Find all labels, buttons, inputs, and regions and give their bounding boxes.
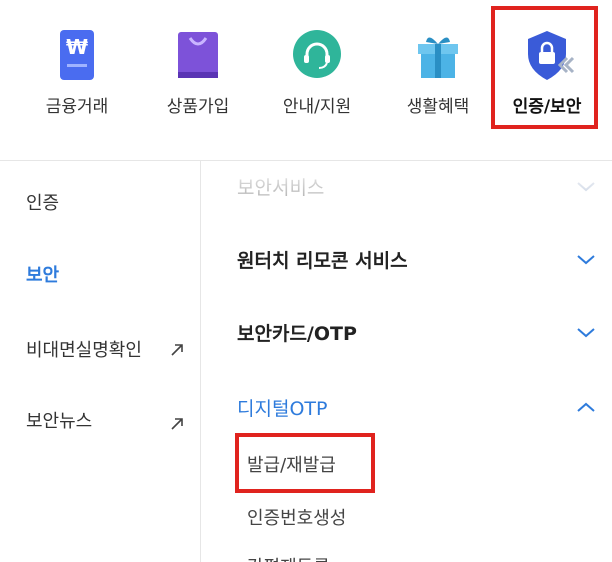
- nav-item-banking[interactable]: ₩ 금융거래: [22, 0, 132, 140]
- submenu-accordion: 보안서비스 원터치 리모콘 서비스 보안카드/OTP 디지털OTP 발급/재발급…: [201, 161, 612, 562]
- accordion-security-services[interactable]: 보안서비스: [237, 165, 612, 205]
- accordion-security-card-otp[interactable]: 보안카드/OTP: [237, 311, 612, 351]
- highlight-box: [235, 433, 375, 493]
- leftmenu-item-security-news[interactable]: 보안뉴스: [26, 407, 92, 433]
- accordion-title: 원터치 리모콘 서비스: [237, 250, 408, 272]
- accordion-title: 디지털OTP: [237, 398, 328, 420]
- leftmenu-item-noncontact-verification[interactable]: 비대면실명확인: [26, 336, 142, 362]
- accordion-digital-otp[interactable]: 디지털OTP: [237, 386, 612, 426]
- shopping-bag-icon: [170, 28, 226, 84]
- nav-item-benefits[interactable]: 생활혜택: [383, 0, 493, 140]
- chevron-down-icon: [577, 255, 595, 265]
- leftmenu-item-security[interactable]: 보안: [26, 261, 59, 287]
- svg-text:₩: ₩: [66, 35, 88, 59]
- gift-box-icon: [410, 28, 466, 84]
- left-category-menu: 인증 보안 비대면실명확인 보안뉴스: [0, 161, 200, 562]
- nav-label: 상품가입: [166, 97, 230, 117]
- submenu-item-simple-reregister[interactable]: 간편재등록: [247, 553, 330, 562]
- submenu-item-generate-auth-number[interactable]: 인증번호생성: [247, 504, 346, 530]
- external-link-arrow-icon: [171, 344, 183, 356]
- accordion-onetouch-remote[interactable]: 원터치 리모콘 서비스: [237, 238, 612, 278]
- accordion-title: 보안카드/OTP: [237, 323, 357, 345]
- headset-support-icon: [289, 28, 345, 84]
- nav-item-products[interactable]: 상품가입: [143, 0, 253, 140]
- chevron-down-icon: [577, 182, 595, 192]
- external-link-arrow-icon: [171, 418, 183, 430]
- nav-label: 생활혜택: [406, 97, 470, 117]
- top-category-nav: ₩ 금융거래 상품가입 안내/지원 생활혜택 인증/보안: [0, 0, 612, 160]
- chevron-up-icon: [577, 402, 595, 412]
- leftmenu-item-auth[interactable]: 인증: [26, 189, 59, 215]
- highlight-box: [491, 6, 598, 129]
- accordion-title: 보안서비스: [237, 177, 325, 199]
- banking-wallet-icon: ₩: [49, 28, 105, 84]
- nav-label: 금융거래: [45, 97, 109, 117]
- nav-label: 안내/지원: [282, 97, 352, 117]
- chevron-down-icon: [577, 328, 595, 338]
- nav-item-support[interactable]: 안내/지원: [262, 0, 372, 140]
